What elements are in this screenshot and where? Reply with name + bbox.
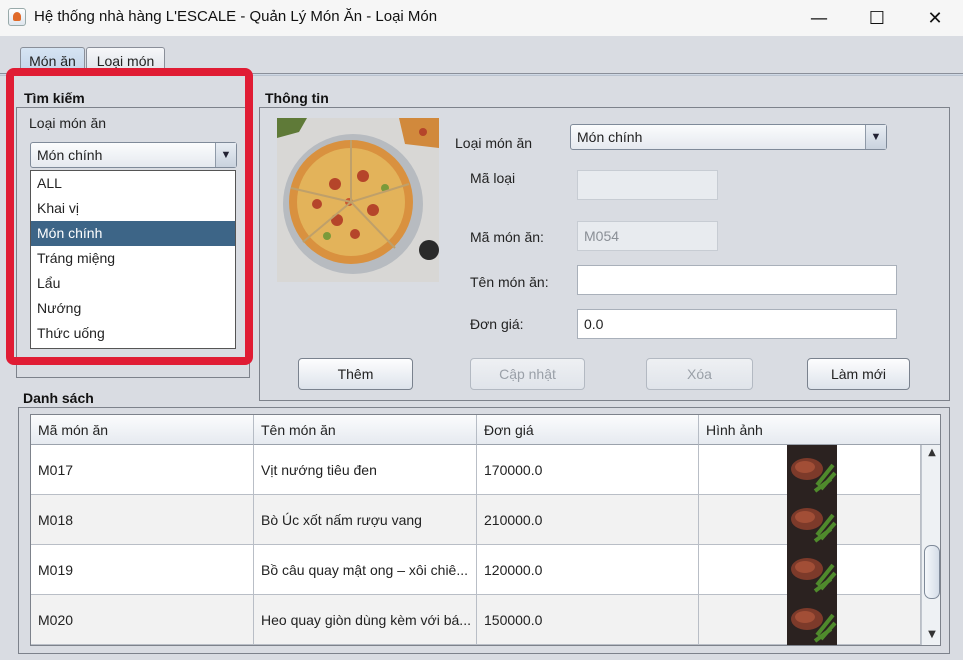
cell-name: Vịt nướng tiêu đen <box>254 445 477 495</box>
dish-code-field: M054 <box>577 221 718 251</box>
info-category-label: Loại món ăn <box>455 135 533 151</box>
maximize-button[interactable]: ☐ <box>848 0 906 36</box>
cell-name: Bò Úc xốt nấm rượu vang <box>254 495 477 545</box>
code-type-field <box>577 170 718 200</box>
steak-thumbnail <box>787 495 837 545</box>
scroll-down-icon[interactable]: ▼ <box>924 629 940 643</box>
delete-button[interactable]: Xóa <box>646 358 753 390</box>
highlight-frame <box>6 68 253 365</box>
cell-image <box>699 445 921 495</box>
info-group-title: Thông tin <box>265 90 329 106</box>
dish-name-input[interactable] <box>577 265 897 295</box>
steak-thumbnail <box>787 595 837 645</box>
dish-code-label: Mã món ăn: <box>470 229 544 245</box>
code-type-label: Mã loại <box>470 170 516 186</box>
column-header-code[interactable]: Mã món ăn <box>31 415 254 445</box>
info-category-value: Món chính <box>577 129 643 145</box>
window-title-bar: Hệ thống nhà hàng L'ESCALE - Quản Lý Món… <box>0 0 963 36</box>
minimize-button[interactable]: — <box>790 0 848 36</box>
dish-table: Mã món ăn Tên món ăn Đơn giá Hình ảnh M0… <box>30 414 941 646</box>
java-app-icon <box>8 8 26 26</box>
cell-image <box>699 595 921 645</box>
scrollbar-thumb[interactable] <box>924 545 940 599</box>
scroll-up-icon[interactable]: ▲ <box>924 447 940 461</box>
cell-name: Bồ câu quay mật ong – xôi chiê... <box>254 545 477 595</box>
refresh-button[interactable]: Làm mới <box>807 358 910 390</box>
steak-thumbnail <box>787 545 837 595</box>
cell-name: Heo quay giòn dùng kèm với bá... <box>254 595 477 645</box>
cell-image <box>699 495 921 545</box>
list-group-title: Danh sách <box>23 390 94 406</box>
pizza-image <box>277 118 439 282</box>
column-header-image[interactable]: Hình ảnh <box>699 415 940 445</box>
steak-thumbnail <box>787 445 837 495</box>
cell-code: M020 <box>31 595 254 645</box>
table-row[interactable]: M020 Heo quay giòn dùng kèm với bá... 15… <box>31 595 921 645</box>
price-input[interactable]: 0.0 <box>577 309 897 339</box>
cell-price: 120000.0 <box>477 545 699 595</box>
cell-price: 170000.0 <box>477 445 699 495</box>
close-button[interactable]: ✕ <box>906 0 963 36</box>
column-header-price[interactable]: Đơn giá <box>477 415 699 445</box>
cell-code: M017 <box>31 445 254 495</box>
table-row[interactable]: M017 Vịt nướng tiêu đen 170000.0 <box>31 445 921 495</box>
table-row[interactable]: M019 Bồ câu quay mật ong – xôi chiê... 1… <box>31 545 921 595</box>
update-button[interactable]: Cập nhật <box>470 358 585 390</box>
cell-price: 150000.0 <box>477 595 699 645</box>
cell-image <box>699 545 921 595</box>
cell-code: M019 <box>31 545 254 595</box>
cell-price: 210000.0 <box>477 495 699 545</box>
column-header-name[interactable]: Tên món ăn <box>254 415 477 445</box>
table-row[interactable]: M018 Bò Úc xốt nấm rượu vang 210000.0 <box>31 495 921 545</box>
cell-code: M018 <box>31 495 254 545</box>
price-label: Đơn giá: <box>470 316 524 332</box>
info-category-select[interactable]: Món chính ▼ <box>570 124 887 150</box>
table-vertical-scrollbar[interactable]: ▲ ▼ <box>921 445 940 645</box>
chevron-down-icon: ▼ <box>865 125 886 149</box>
window-title: Hệ thống nhà hàng L'ESCALE - Quản Lý Món… <box>34 8 438 25</box>
dish-image <box>277 118 439 282</box>
dish-name-label: Tên món ăn: <box>470 274 549 290</box>
add-button[interactable]: Thêm <box>298 358 413 390</box>
